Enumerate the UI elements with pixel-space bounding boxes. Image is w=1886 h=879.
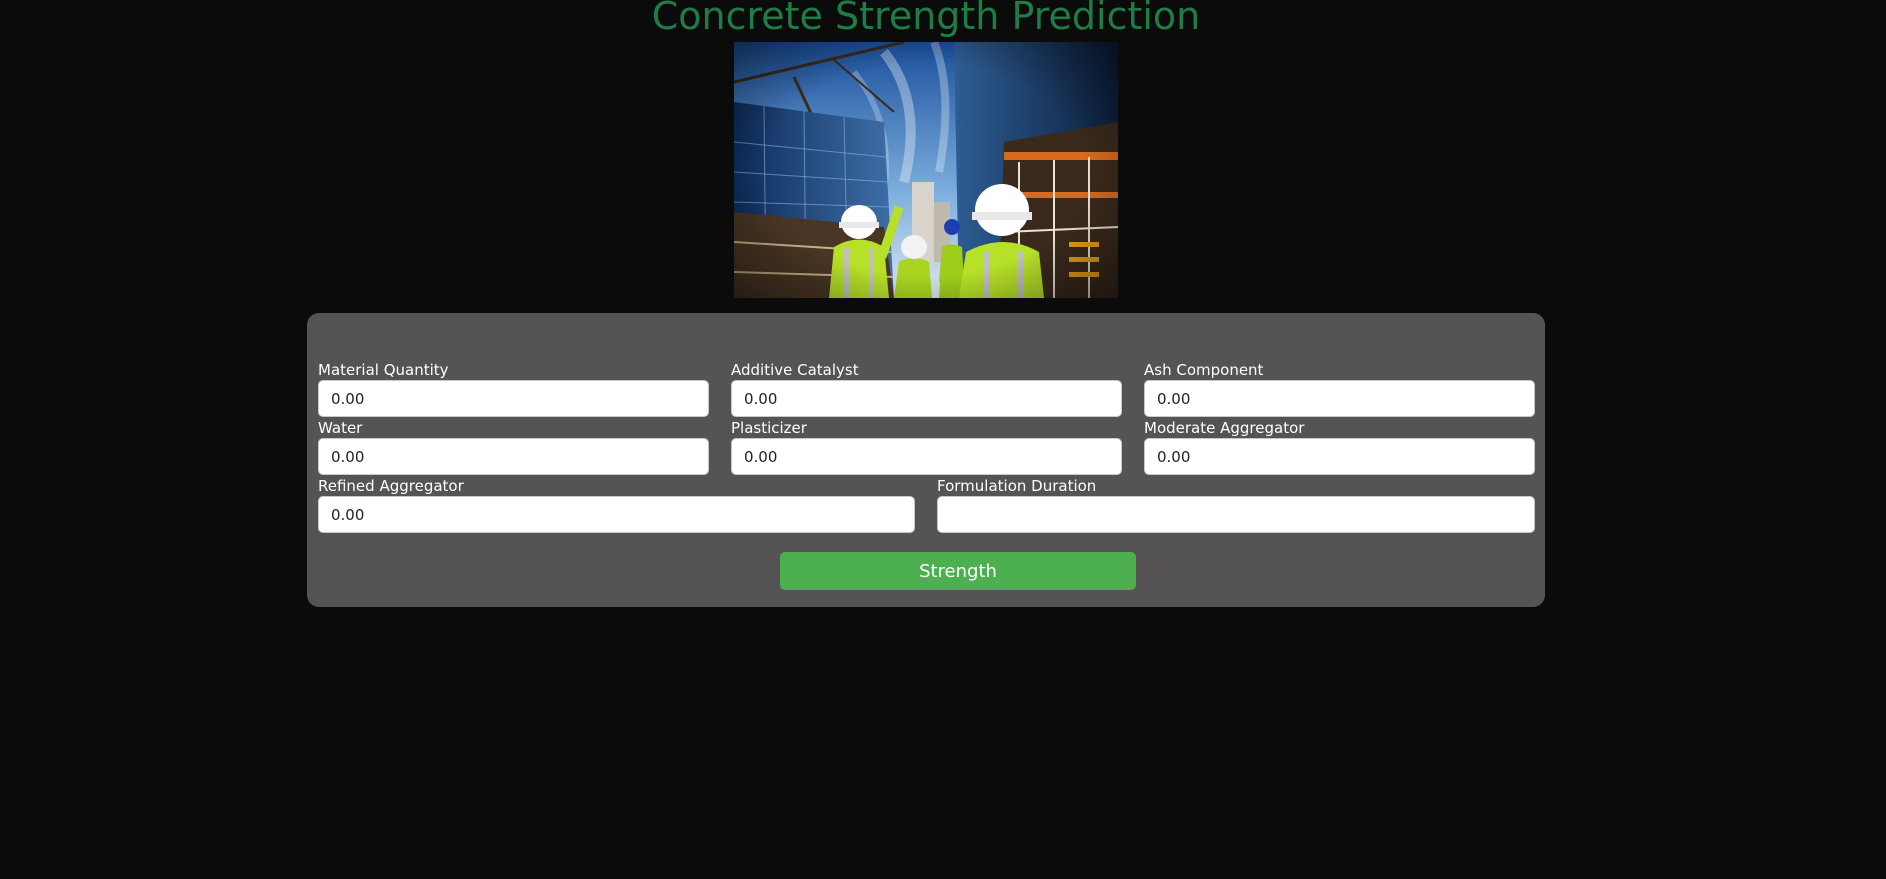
page: Concrete Strength Prediction Material Qu… bbox=[0, 0, 1886, 879]
plasticizer-input[interactable] bbox=[731, 438, 1122, 475]
refined-aggregator-input[interactable] bbox=[318, 496, 915, 533]
material-quantity-label: Material Quantity bbox=[318, 361, 449, 379]
refined-aggregator-label: Refined Aggregator bbox=[318, 477, 464, 495]
page-title: Concrete Strength Prediction bbox=[651, 0, 1201, 38]
formulation-duration-input[interactable] bbox=[937, 496, 1535, 533]
water-label: Water bbox=[318, 419, 363, 437]
formulation-duration-label: Formulation Duration bbox=[937, 477, 1097, 495]
ash-component-input[interactable] bbox=[1144, 380, 1535, 417]
additive-catalyst-label: Additive Catalyst bbox=[731, 361, 859, 379]
moderate-aggregator-input[interactable] bbox=[1144, 438, 1535, 475]
water-input[interactable] bbox=[318, 438, 709, 475]
construction-site-photo-icon bbox=[734, 42, 1118, 298]
ash-component-label: Ash Component bbox=[1144, 361, 1264, 379]
hero-image bbox=[734, 42, 1118, 298]
moderate-aggregator-label: Moderate Aggregator bbox=[1144, 419, 1305, 437]
material-quantity-input[interactable] bbox=[318, 380, 709, 417]
additive-catalyst-input[interactable] bbox=[731, 380, 1122, 417]
plasticizer-label: Plasticizer bbox=[731, 419, 807, 437]
strength-button[interactable]: Strength bbox=[780, 552, 1136, 590]
